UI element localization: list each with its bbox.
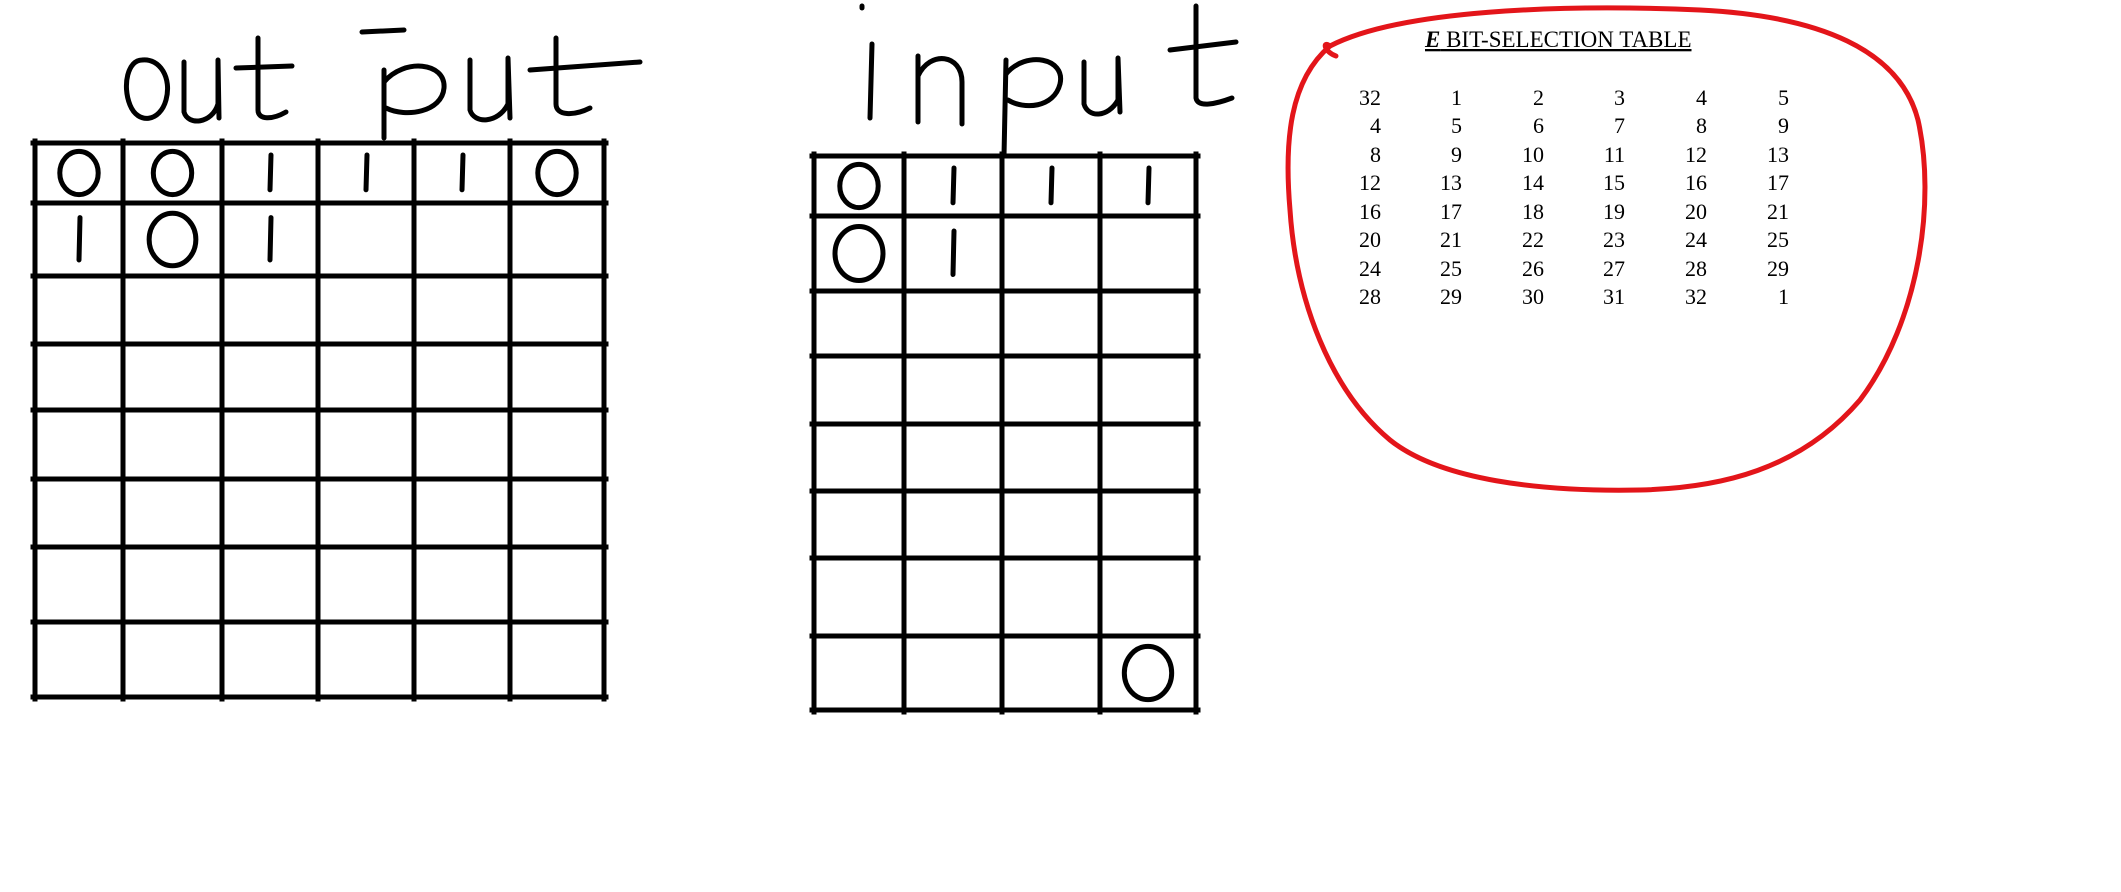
input-grid-mark-zero: [837, 161, 881, 211]
table-cell: 15: [1603, 170, 1625, 195]
input-grid-mark-one: [1048, 165, 1055, 206]
table-cell: 1: [1451, 85, 1462, 110]
table-title-rest: BIT-SELECTION TABLE: [1440, 27, 1691, 52]
table-cell: 32: [1685, 284, 1707, 309]
input-grid-mark-zero: [1121, 643, 1175, 703]
e-bit-selection-table: E BIT-SELECTION TABLE 32 1 2 3 4 54 5 6 7 8 98 9 10 1…: [1285, 5, 1928, 493]
output-grid-mark-one: [459, 152, 466, 193]
table-cell: 27: [1603, 256, 1625, 281]
output-label: [124, 27, 643, 141]
table-cell: 16: [1359, 199, 1381, 224]
table-cell: 29: [1767, 256, 1789, 281]
output-grid-mark-zero: [535, 148, 579, 198]
input-label: [859, 3, 1239, 159]
table-title: E BIT-SELECTION TABLE: [1424, 27, 1692, 52]
table-cell: 8: [1370, 142, 1381, 167]
table-cell: 24: [1359, 256, 1381, 281]
table-cell: 6: [1533, 113, 1544, 138]
table-cell: 21: [1440, 227, 1462, 252]
table-cell: 28: [1359, 284, 1381, 309]
table-cell: 21: [1767, 199, 1789, 224]
table-cell: 12: [1685, 142, 1707, 167]
table-cell: 2: [1533, 85, 1544, 110]
output-grid-mark-one: [267, 215, 274, 263]
table-cell: 12: [1359, 170, 1381, 195]
table-body: 32 1 2 3 4 54 5 6 7 8 98 9 10 11 12 1312 13 14 15 16 1716 17 1…: [1359, 85, 1789, 309]
table-title-e: E: [1424, 27, 1440, 52]
output-grid-mark-zero: [150, 148, 195, 198]
table-cell: 22: [1522, 227, 1544, 252]
output-grid-mark-one: [267, 152, 274, 193]
table-cell: 23: [1603, 227, 1625, 252]
table-cell: 8: [1696, 113, 1707, 138]
table-cell: 14: [1522, 170, 1544, 195]
table-cell: 25: [1767, 227, 1789, 252]
table-cell: 20: [1359, 227, 1381, 252]
output-grid-mark-one: [363, 152, 370, 193]
drawing-canvas: E BIT-SELECTION TABLE 32 1 2 3 4 54 5 6 7 8 98 9 10 1…: [30, 3, 1928, 715]
input-grid-mark-one: [950, 165, 957, 206]
table-cell: 32: [1359, 85, 1381, 110]
table-cell: 26: [1522, 256, 1544, 281]
output-grid-mark-zero: [146, 210, 199, 269]
table-cell: 9: [1778, 113, 1789, 138]
table-cell: 10: [1522, 142, 1544, 167]
table-cell: 17: [1440, 199, 1462, 224]
input-grid-mark-one: [1145, 165, 1152, 206]
output-grid-mark-zero: [57, 148, 101, 198]
table-cell: 9: [1451, 142, 1462, 167]
table-cell: 4: [1370, 113, 1381, 138]
table-cell: 4: [1696, 85, 1707, 110]
table-cell: 19: [1603, 199, 1625, 224]
table-cell: 16: [1685, 170, 1707, 195]
table-cell: 20: [1685, 199, 1707, 224]
table-cell: 13: [1767, 142, 1789, 167]
table-cell: 31: [1603, 284, 1625, 309]
table-cell: 18: [1522, 199, 1544, 224]
table-cell: 5: [1451, 113, 1462, 138]
table-cell: 29: [1440, 284, 1462, 309]
input-grid-mark-zero: [832, 224, 886, 283]
output-grid: [30, 138, 609, 702]
table-cell: 25: [1440, 256, 1462, 281]
table-cell: 17: [1767, 170, 1789, 195]
table-cell: 13: [1440, 170, 1462, 195]
output-grid-mark-one: [76, 215, 83, 263]
table-cell: 28: [1685, 256, 1707, 281]
table-cell: 11: [1604, 142, 1625, 167]
input-grid-mark-one: [950, 228, 957, 277]
table-cell: 7: [1614, 113, 1625, 138]
table-cell: 5: [1778, 85, 1789, 110]
table-cell: 24: [1685, 227, 1707, 252]
input-grid: [809, 151, 1201, 715]
table-cell: 1: [1778, 284, 1789, 309]
table-cell: 30: [1522, 284, 1544, 309]
table-cell: 3: [1614, 85, 1625, 110]
